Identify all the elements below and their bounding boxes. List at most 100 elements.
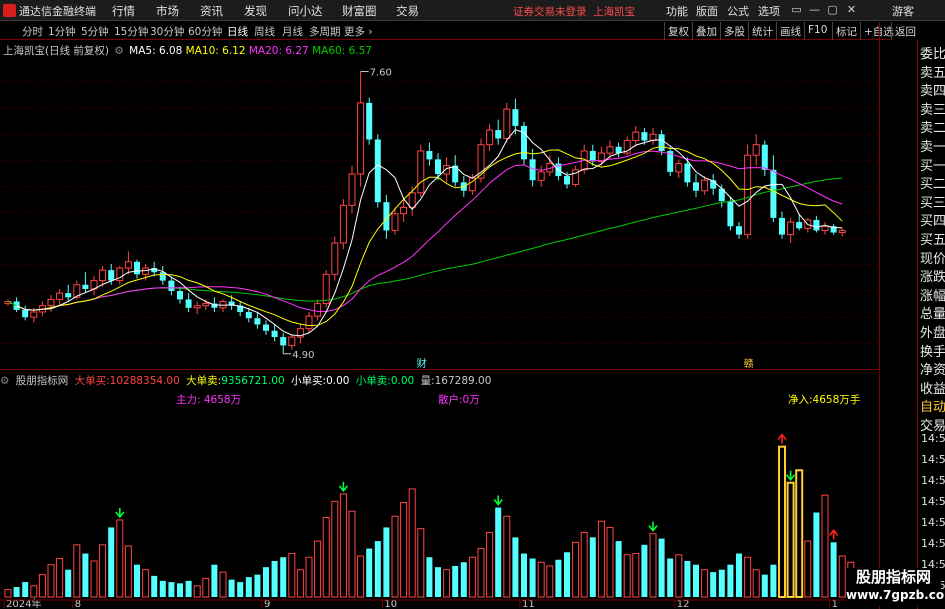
menu-functions[interactable]: 功能	[666, 3, 688, 19]
candlestick-chart[interactable]: 5.005.255.505.756.006.256.506.757.007.25…	[0, 41, 880, 370]
volume-bar-down	[641, 544, 648, 597]
candle-body-up	[417, 150, 425, 194]
menu-options[interactable]: 选项	[758, 3, 780, 19]
trade-tick-time: 14:56	[921, 432, 945, 445]
period-1min[interactable]: 1分钟	[48, 24, 76, 39]
period-daily[interactable]: 日线	[227, 24, 248, 39]
side-tab-19[interactable]: 自动	[920, 396, 945, 415]
volume-bar-up	[38, 574, 46, 598]
indicator-gear-icon[interactable]: ⚙	[0, 375, 9, 387]
side-tab-10[interactable]: 买五	[920, 229, 945, 248]
menu-market[interactable]: 市场	[156, 3, 179, 19]
period-monthly[interactable]: 月线	[282, 24, 303, 39]
volume-bar-down	[254, 574, 261, 597]
tool-back[interactable]: 返回	[891, 22, 919, 40]
menu-news[interactable]: 资讯	[200, 3, 223, 19]
menu-formula[interactable]: 公式	[727, 3, 749, 19]
side-tab-8[interactable]: 买三	[920, 192, 945, 211]
restore-layout-icon[interactable]: ▭	[788, 1, 805, 18]
side-tab-17[interactable]: 净资	[920, 359, 945, 378]
side-tab-4[interactable]: 卖二	[920, 117, 945, 136]
volume-bar-down	[452, 565, 459, 597]
side-tab-18[interactable]: 收益	[920, 378, 945, 397]
candle-body-down	[796, 222, 803, 229]
menu-wealth-circle[interactable]: 财富圈	[342, 3, 377, 19]
ma20-value: MA20: 6.27	[248, 45, 309, 57]
tool-f10[interactable]: F10	[804, 22, 830, 40]
login-notice[interactable]: 证券交易未登录 上海凯宝	[513, 4, 635, 19]
side-tab-3[interactable]: 卖三	[920, 99, 945, 118]
volume-bar-up	[546, 565, 554, 598]
candle-body-down	[159, 272, 166, 281]
volume-bar-down	[168, 582, 175, 597]
period-intraday[interactable]: 分时	[22, 24, 43, 39]
tool-statistics[interactable]: 统计	[748, 22, 776, 40]
tool-mark[interactable]: 标记	[832, 22, 860, 40]
candle-body-down	[263, 324, 269, 331]
period-60min[interactable]: 60分钟	[188, 24, 222, 39]
event-marker-gan[interactable]: 赣	[744, 357, 754, 370]
menu-trade[interactable]: 交易	[396, 3, 419, 19]
tool-draw-line[interactable]: 画线	[776, 22, 804, 40]
volume-bar-down	[374, 541, 381, 597]
volume-bar-down	[529, 558, 536, 597]
volume-bar-up	[477, 548, 485, 598]
close-icon[interactable]: ✕	[843, 1, 860, 18]
side-tab-7[interactable]: 买二	[920, 173, 945, 192]
period-15min[interactable]: 15分钟	[114, 24, 148, 39]
volume-bar-down	[710, 572, 717, 597]
period-more[interactable]: 更多 ›	[344, 24, 373, 39]
ma60-value: MA60: 6.57	[312, 45, 372, 57]
menu-ask-xiaoda[interactable]: 问小达	[288, 3, 323, 19]
watermark-title: 股朋指标网	[855, 568, 931, 586]
volume-bar-up	[468, 556, 476, 598]
side-tab-2[interactable]: 卖四	[920, 80, 945, 99]
minimize-icon[interactable]: —	[806, 1, 823, 18]
menu-market-quotes[interactable]: 行情	[112, 3, 135, 19]
volume-bar-highlight	[778, 445, 786, 598]
side-tab-13[interactable]: 涨幅	[920, 285, 945, 304]
main-chart-header: 上海凯宝(日线 前复权) ⚙ MA5: 6.08 MA10: 6.12 MA20…	[3, 43, 372, 58]
side-tab-0[interactable]: 委比	[920, 43, 945, 62]
candle-body-up	[443, 165, 451, 175]
candle-body-down	[589, 150, 596, 162]
tool-adjust[interactable]: 复权	[664, 22, 692, 40]
candle-body-up	[606, 146, 614, 154]
event-marker-finance[interactable]: 财	[417, 357, 427, 370]
main-force-text: 主力: 4658万	[176, 394, 242, 406]
period-5min[interactable]: 5分钟	[81, 24, 109, 39]
candle-body-up	[288, 336, 296, 346]
side-tab-5[interactable]: 卖一	[920, 136, 945, 155]
side-tab-6[interactable]: 买一	[920, 155, 945, 174]
tool-multi-stock[interactable]: 多股	[720, 22, 748, 40]
side-tab-11[interactable]: 现价	[920, 248, 945, 267]
stock-title: 上海凯宝(日线 前复权)	[3, 45, 110, 57]
volume-bar-down	[667, 558, 674, 597]
menu-layout[interactable]: 版面	[696, 3, 718, 19]
menu-discover[interactable]: 发现	[244, 3, 267, 19]
volume-bar-down	[495, 507, 502, 597]
trade-tick-time: 14:56	[921, 495, 945, 508]
side-tab-9[interactable]: 买四	[920, 210, 945, 229]
maximize-icon[interactable]: ▢	[824, 1, 841, 18]
volume-bar-up	[486, 531, 494, 598]
side-tab-14[interactable]: 总量	[920, 303, 945, 322]
side-tab-1[interactable]: 卖五	[920, 62, 945, 81]
period-30min[interactable]: 30分钟	[150, 24, 184, 39]
side-tab-16[interactable]: 换手	[920, 341, 945, 360]
side-tab-15[interactable]: 外盘	[920, 322, 945, 341]
volume-indicator-chart[interactable]: 2500500075001000012500150002024年89101112…	[0, 372, 880, 609]
candle-body-down	[177, 291, 183, 300]
guest-user-label[interactable]: 游客	[892, 3, 914, 19]
volume-bar-up	[357, 555, 365, 598]
settings-gear-icon[interactable]: ⚙	[114, 45, 123, 57]
tool-overlay[interactable]: 叠加	[692, 22, 720, 40]
candle-body-up	[219, 301, 227, 309]
volume-bar-up	[391, 515, 399, 598]
volume-bar-up	[348, 510, 356, 598]
period-weekly[interactable]: 周线	[254, 24, 275, 39]
volume-bar-up	[572, 541, 580, 598]
period-multi[interactable]: 多周期	[309, 24, 341, 39]
candle-body-down	[65, 293, 72, 298]
side-tab-12[interactable]: 涨跌	[920, 266, 945, 285]
